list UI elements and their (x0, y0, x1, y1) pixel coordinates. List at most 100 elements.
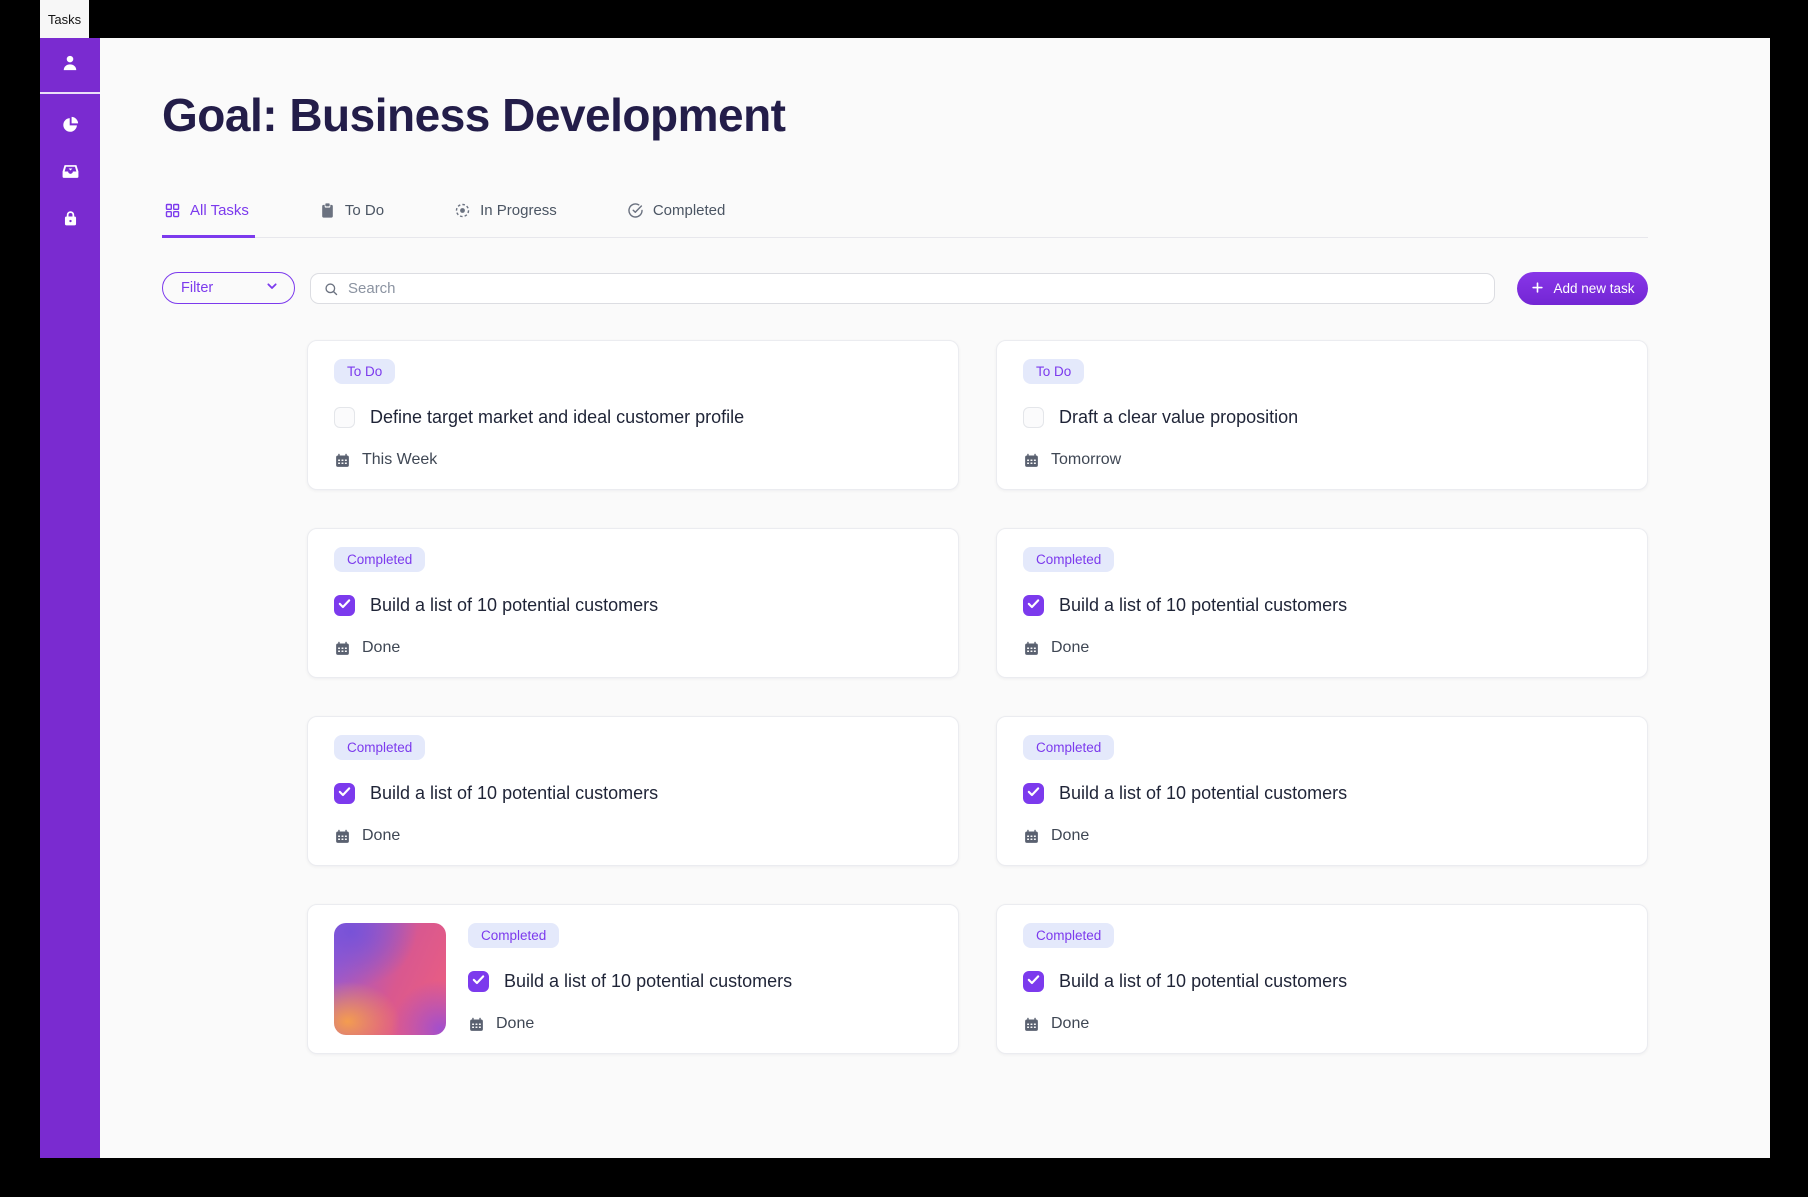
tab-label: All Tasks (190, 202, 249, 219)
task-checkbox[interactable] (468, 971, 489, 992)
pie-chart-icon (61, 115, 80, 139)
task-card[interactable]: To Do Define target market and ideal cust… (307, 340, 959, 490)
check-icon (471, 972, 486, 992)
tab-label: In Progress (480, 202, 557, 219)
task-card-body: Completed Build a list of 10 potential cu… (1023, 923, 1621, 1033)
tab-completed[interactable]: Completed (625, 198, 732, 238)
task-title-row: Build a list of 10 potential customers (1023, 783, 1621, 804)
filter-button[interactable]: Filter (162, 272, 295, 304)
main-content: Goal: Business Development All TasksTo D… (100, 38, 1770, 1158)
chevron-down-icon (264, 278, 280, 298)
task-title: Build a list of 10 potential customers (1059, 595, 1347, 616)
task-title: Build a list of 10 potential customers (504, 971, 792, 992)
status-badge: Completed (1023, 735, 1114, 760)
calendar-icon (468, 1016, 485, 1033)
task-card-body: CompletedBuild a list of 10 potential cu… (334, 547, 932, 657)
check-icon (1026, 784, 1041, 804)
desktop-background: Tasks Goal: Business Development All Tas… (0, 0, 1808, 1197)
tab-label: Completed (653, 202, 726, 219)
task-checkbox[interactable] (1023, 595, 1044, 616)
task-title: Define target market and ideal customer … (370, 407, 744, 428)
task-grid: To Do Define target market and ideal cust… (307, 340, 1648, 1054)
tab-to-do[interactable]: To Do (317, 198, 390, 238)
check-icon (337, 596, 352, 616)
calendar-icon (334, 828, 351, 845)
task-due-row: Done (1023, 827, 1621, 845)
task-card-body: To DoDraft a clear value propositionTomo… (1023, 359, 1621, 469)
task-card-body: CompletedBuild a list of 10 potential cu… (1023, 547, 1621, 657)
browser-tab-tasks[interactable]: Tasks (40, 0, 89, 38)
sidebar-item-profile[interactable] (40, 38, 100, 94)
filter-label: Filter (181, 280, 213, 296)
task-thumbnail-image (334, 923, 446, 1035)
task-card-body: CompletedBuild a list of 10 potential cu… (468, 923, 932, 1033)
task-title-row: Build a list of 10 potential customers (468, 971, 932, 992)
task-card[interactable]: CompletedBuild a list of 10 potential cu… (996, 528, 1648, 678)
sidebar-nav (40, 94, 100, 234)
sidebar-item-inbox[interactable] (57, 161, 83, 187)
add-new-task-label: Add new task (1553, 281, 1634, 296)
search-input[interactable] (348, 280, 1482, 297)
task-title: Draft a clear value proposition (1059, 407, 1298, 428)
task-due: Done (1051, 1015, 1089, 1033)
task-card[interactable]: Completed Build a list of 10 potential cu… (996, 716, 1648, 866)
task-card-body: To Do Define target market and ideal cust… (334, 359, 932, 469)
check-icon (1026, 972, 1041, 992)
tab-all-tasks[interactable]: All Tasks (162, 198, 255, 238)
task-checkbox[interactable] (1023, 783, 1044, 804)
task-checkbox[interactable] (1023, 407, 1044, 428)
task-due: Done (496, 1015, 534, 1033)
tab-in-progress[interactable]: In Progress (452, 198, 563, 238)
task-checkbox[interactable] (1023, 971, 1044, 992)
grid-icon (164, 202, 181, 219)
task-due-row: Done (468, 1015, 932, 1033)
calendar-icon (1023, 828, 1040, 845)
inbox-icon (61, 162, 80, 186)
task-card[interactable]: Completed Build a list of 10 potential cu… (996, 904, 1648, 1054)
task-title-row: Define target market and ideal customer … (334, 407, 932, 428)
task-title: Build a list of 10 potential customers (370, 595, 658, 616)
task-due: Tomorrow (1051, 451, 1121, 469)
lock-icon (61, 209, 80, 233)
calendar-icon (1023, 452, 1040, 469)
task-due-row: Done (1023, 639, 1621, 657)
task-card[interactable]: To DoDraft a clear value propositionTomo… (996, 340, 1648, 490)
task-due: Done (1051, 639, 1089, 657)
status-badge: Completed (1023, 923, 1114, 948)
task-title-row: Build a list of 10 potential customers (1023, 595, 1621, 616)
task-checkbox[interactable] (334, 407, 355, 428)
sidebar-item-pie-chart[interactable] (57, 114, 83, 140)
check-circle-icon (627, 202, 644, 219)
task-title-row: Build a list of 10 potential customers (1023, 971, 1621, 992)
task-card[interactable]: CompletedBuild a list of 10 potential cu… (307, 528, 959, 678)
task-card[interactable]: CompletedBuild a list of 10 potential cu… (307, 904, 959, 1054)
task-title-row: Build a list of 10 potential customers (334, 783, 932, 804)
calendar-icon (334, 452, 351, 469)
task-title-row: Build a list of 10 potential customers (334, 595, 932, 616)
sidebar-item-lock[interactable] (57, 208, 83, 234)
status-badge: Completed (334, 735, 425, 760)
status-badge: To Do (334, 359, 395, 384)
task-title-row: Draft a clear value proposition (1023, 407, 1621, 428)
task-card-body: Completed Build a list of 10 potential cu… (334, 735, 932, 845)
task-due-row: Done (1023, 1015, 1621, 1033)
task-card[interactable]: Completed Build a list of 10 potential cu… (307, 716, 959, 866)
task-due: Done (1051, 827, 1089, 845)
task-due-row: This Week (334, 451, 932, 469)
progress-icon (454, 202, 471, 219)
task-checkbox[interactable] (334, 783, 355, 804)
user-icon (60, 53, 80, 78)
tab-label: To Do (345, 202, 384, 219)
task-due: This Week (362, 451, 437, 469)
check-icon (1026, 596, 1041, 616)
clipboard-icon (319, 202, 336, 219)
calendar-icon (1023, 640, 1040, 657)
add-new-task-button[interactable]: Add new task (1517, 272, 1648, 305)
toolbar: Filter Add new task (162, 270, 1648, 306)
task-checkbox[interactable] (334, 595, 355, 616)
task-title: Build a list of 10 potential customers (1059, 783, 1347, 804)
tab-bar: All Tasks To Do In Progress Completed (162, 198, 1648, 238)
plus-icon (1530, 280, 1545, 298)
sidebar (40, 38, 100, 1158)
check-icon (337, 784, 352, 804)
